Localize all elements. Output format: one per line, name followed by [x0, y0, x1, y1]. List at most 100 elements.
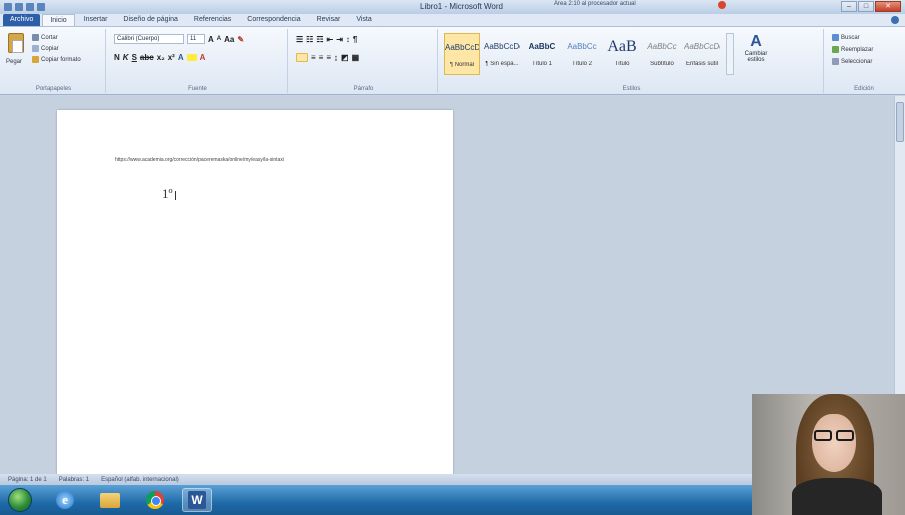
quick-access-toolbar [0, 3, 45, 11]
bold-icon[interactable]: N [114, 53, 120, 62]
shrink-font-icon[interactable]: A [217, 36, 221, 42]
strikethrough-icon[interactable]: abc [140, 53, 154, 62]
paste-button[interactable]: Pegar [6, 57, 22, 66]
document-heading[interactable]: 1º [162, 186, 176, 202]
heading-text: 1º [162, 186, 173, 201]
font-name-select[interactable]: Calibri (Cuerpo) [114, 34, 184, 44]
tab-references[interactable]: Referencias [187, 14, 238, 26]
borders-icon[interactable]: ▦ [352, 53, 360, 62]
undo-icon[interactable] [26, 3, 34, 11]
select-label: Seleccionar [841, 58, 873, 65]
decrease-indent-icon[interactable]: ⇤ [327, 35, 334, 44]
style-subtitle[interactable]: AaBbCc Subtítulo [644, 33, 680, 75]
show-marks-icon[interactable]: ¶ [353, 35, 357, 44]
paste-icon[interactable] [8, 33, 24, 53]
styles-scroll[interactable] [726, 33, 734, 75]
clipboard-group-label: Portapapeles [35, 86, 72, 92]
glasses-icon [814, 430, 854, 441]
taskbar-chrome[interactable] [140, 488, 170, 512]
internet-explorer-icon: e [56, 491, 74, 509]
style-heading-1[interactable]: AaBbC Título 1 [524, 33, 560, 75]
line-spacing-icon[interactable]: ↨ [334, 53, 338, 62]
taskbar-explorer[interactable] [95, 488, 125, 512]
italic-icon[interactable]: K [123, 53, 129, 62]
multilevel-list-icon[interactable]: ☶ [316, 35, 323, 44]
format-painter-button[interactable]: Copiar formato [32, 55, 81, 64]
copy-icon [32, 45, 39, 52]
tab-file[interactable]: Archivo [3, 14, 41, 26]
paragraph-row-2: ≡ ≡ ≡ ↨ ◩ ▦ [296, 51, 359, 63]
replace-button[interactable]: Reemplazar [832, 45, 873, 54]
editing-group: Buscar Reemplazar Seleccionar Edición [826, 29, 902, 93]
select-icon [832, 58, 839, 65]
styles-group-label: Estilos [622, 86, 641, 92]
tab-page-layout[interactable]: Diseño de página [116, 14, 185, 26]
document-page[interactable] [57, 110, 453, 478]
chrome-icon [146, 491, 164, 509]
status-page[interactable]: Página: 1 de 1 [8, 477, 47, 483]
increase-indent-icon[interactable]: ⇥ [336, 35, 343, 44]
style-title[interactable]: AaB Título [604, 33, 640, 75]
style-no-spacing[interactable]: AaBbCcDc ¶ Sin espa... [484, 33, 520, 75]
change-case-icon[interactable]: Aa [224, 35, 234, 44]
tab-insert[interactable]: Insertar [77, 14, 115, 26]
align-left-icon[interactable] [296, 52, 308, 62]
redo-icon[interactable] [37, 3, 45, 11]
style-heading-2[interactable]: AaBbCc Título 2 [564, 33, 600, 75]
taskbar-word[interactable]: W [182, 488, 212, 512]
webcam-person-body [792, 478, 882, 515]
sort-icon[interactable]: ↕ [346, 35, 350, 44]
superscript-icon[interactable]: x² [168, 53, 175, 62]
taskbar-ie[interactable]: e [50, 488, 80, 512]
scissors-icon [32, 34, 39, 41]
select-button[interactable]: Seleccionar [832, 57, 872, 66]
maximize-button[interactable]: □ [858, 1, 874, 12]
style-subtle-emphasis[interactable]: AaBbCcDc Énfasis sutil [684, 33, 720, 75]
justify-icon[interactable]: ≡ [326, 53, 331, 62]
scrollbar-thumb[interactable] [896, 102, 904, 142]
style-sample: AaBbC [528, 42, 556, 51]
style-normal[interactable]: AaBbCcDc ¶ Normal [444, 33, 480, 75]
change-styles-button[interactable]: A Cambiar estilos [742, 33, 770, 63]
tab-mailings[interactable]: Correspondencia [240, 14, 307, 26]
style-sample: AaBbCcDc [684, 42, 720, 51]
minimize-button[interactable]: – [841, 1, 857, 12]
subscript-icon[interactable]: x₂ [157, 53, 165, 62]
status-right-text: Área 2:10 al procesador actual [554, 1, 636, 7]
numbering-icon[interactable]: ☷ [306, 35, 313, 44]
text-effects-icon[interactable]: A [178, 53, 184, 62]
help-icon[interactable] [891, 16, 899, 24]
folder-icon [100, 492, 120, 508]
find-label: Buscar [841, 34, 860, 41]
grow-font-icon[interactable]: A [208, 35, 214, 44]
close-button[interactable]: ✕ [875, 1, 901, 12]
shading-icon[interactable]: ◩ [341, 53, 349, 62]
font-size-select[interactable]: 11 [187, 34, 205, 44]
status-words[interactable]: Palabras: 1 [59, 477, 89, 483]
clear-format-icon[interactable]: ✎ [237, 35, 244, 44]
style-name: Título [614, 61, 630, 67]
recording-icon [718, 1, 726, 9]
tab-view[interactable]: Vista [349, 14, 378, 26]
align-center-icon[interactable]: ≡ [311, 53, 316, 62]
tab-review[interactable]: Revisar [310, 14, 348, 26]
style-name: Título 2 [571, 61, 592, 67]
paragraph-group: ☰ ☷ ☶ ⇤ ⇥ ↕ ¶ ≡ ≡ ≡ ↨ ◩ ▦ Párrafo [290, 29, 438, 93]
font-color-icon[interactable]: A [200, 53, 206, 62]
save-icon[interactable] [15, 3, 23, 11]
align-right-icon[interactable]: ≡ [319, 53, 324, 62]
start-button[interactable] [8, 488, 32, 512]
find-button[interactable]: Buscar [832, 33, 860, 42]
copy-button[interactable]: Copiar [32, 44, 59, 53]
underline-icon[interactable]: S [132, 53, 137, 62]
change-styles-label: Cambiar estilos [744, 51, 768, 63]
highlight-icon[interactable] [186, 53, 197, 61]
bullets-icon[interactable]: ☰ [296, 35, 303, 44]
change-styles-icon: A [750, 33, 762, 50]
document-url-text[interactable]: https://www.academia.org/corrección/pace… [115, 157, 284, 163]
cut-button[interactable]: Cortar [32, 33, 58, 42]
cut-label: Cortar [41, 34, 58, 41]
status-language[interactable]: Español (alfab. internacional) [101, 477, 179, 483]
word-app-icon [4, 3, 12, 11]
tab-home[interactable]: Inicio [42, 14, 75, 26]
